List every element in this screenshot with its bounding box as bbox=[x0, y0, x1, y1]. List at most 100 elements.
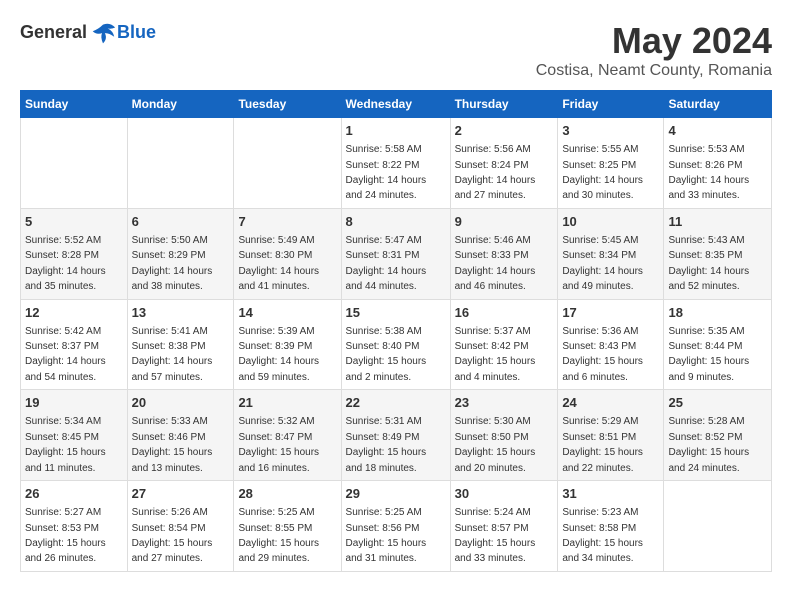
day-sunrise: Sunrise: 5:38 AM bbox=[346, 326, 422, 337]
calendar-cell: 17Sunrise: 5:36 AMSunset: 8:43 PMDayligh… bbox=[558, 299, 664, 390]
calendar-cell: 31Sunrise: 5:23 AMSunset: 8:58 PMDayligh… bbox=[558, 481, 664, 572]
day-number: 11 bbox=[668, 213, 767, 231]
day-sunrise: Sunrise: 5:35 AM bbox=[668, 326, 744, 337]
day-sunrise: Sunrise: 5:37 AM bbox=[455, 326, 531, 337]
day-number: 31 bbox=[562, 485, 659, 503]
day-sunrise: Sunrise: 5:33 AM bbox=[132, 416, 208, 427]
day-number: 12 bbox=[25, 304, 123, 322]
day-sunset: Sunset: 8:30 PM bbox=[238, 250, 312, 261]
day-number: 18 bbox=[668, 304, 767, 322]
day-number: 19 bbox=[25, 394, 123, 412]
calendar-cell: 16Sunrise: 5:37 AMSunset: 8:42 PMDayligh… bbox=[450, 299, 558, 390]
day-daylight: Daylight: 15 hours and 11 minutes. bbox=[25, 447, 106, 473]
day-sunrise: Sunrise: 5:27 AM bbox=[25, 507, 101, 518]
day-sunset: Sunset: 8:25 PM bbox=[562, 160, 636, 171]
day-daylight: Daylight: 15 hours and 27 minutes. bbox=[132, 538, 213, 564]
day-sunset: Sunset: 8:29 PM bbox=[132, 250, 206, 261]
day-daylight: Daylight: 14 hours and 54 minutes. bbox=[25, 356, 106, 382]
day-number: 15 bbox=[346, 304, 446, 322]
day-sunset: Sunset: 8:53 PM bbox=[25, 523, 99, 534]
day-daylight: Daylight: 14 hours and 57 minutes. bbox=[132, 356, 213, 382]
day-daylight: Daylight: 15 hours and 31 minutes. bbox=[346, 538, 427, 564]
day-daylight: Daylight: 15 hours and 34 minutes. bbox=[562, 538, 643, 564]
col-sunday: Sunday bbox=[21, 91, 128, 118]
calendar-header-row: Sunday Monday Tuesday Wednesday Thursday… bbox=[21, 91, 772, 118]
day-daylight: Daylight: 14 hours and 38 minutes. bbox=[132, 266, 213, 292]
day-sunrise: Sunrise: 5:36 AM bbox=[562, 326, 638, 337]
col-tuesday: Tuesday bbox=[234, 91, 341, 118]
col-friday: Friday bbox=[558, 91, 664, 118]
day-sunrise: Sunrise: 5:29 AM bbox=[562, 416, 638, 427]
day-daylight: Daylight: 14 hours and 41 minutes. bbox=[238, 266, 319, 292]
day-number: 25 bbox=[668, 394, 767, 412]
day-sunset: Sunset: 8:40 PM bbox=[346, 341, 420, 352]
logo-blue-text: Blue bbox=[117, 22, 156, 43]
day-number: 16 bbox=[455, 304, 554, 322]
day-number: 14 bbox=[238, 304, 336, 322]
day-sunrise: Sunrise: 5:26 AM bbox=[132, 507, 208, 518]
page-header: General Blue May 2024 Costisa, Neamt Cou… bbox=[20, 20, 772, 80]
calendar-cell: 25Sunrise: 5:28 AMSunset: 8:52 PMDayligh… bbox=[664, 390, 772, 481]
calendar-cell: 15 Sunrise: 5:38 AM Sunset: 8:40 PM Dayligh… bbox=[341, 299, 450, 390]
day-sunset: Sunset: 8:28 PM bbox=[25, 250, 99, 261]
calendar-cell: 29Sunrise: 5:25 AMSunset: 8:56 PMDayligh… bbox=[341, 481, 450, 572]
day-sunrise: Sunrise: 5:28 AM bbox=[668, 416, 744, 427]
day-number: 10 bbox=[562, 213, 659, 231]
day-number: 17 bbox=[562, 304, 659, 322]
day-daylight: Daylight: 15 hours and 16 minutes. bbox=[238, 447, 319, 473]
day-sunset: Sunset: 8:24 PM bbox=[455, 160, 529, 171]
day-sunset: Sunset: 8:57 PM bbox=[455, 523, 529, 534]
logo: General Blue bbox=[20, 20, 156, 48]
day-daylight: Daylight: 15 hours and 2 minutes. bbox=[346, 356, 427, 382]
day-daylight: Daylight: 14 hours and 33 minutes. bbox=[668, 175, 749, 201]
calendar-cell: 20Sunrise: 5:33 AMSunset: 8:46 PMDayligh… bbox=[127, 390, 234, 481]
calendar-week-row: 5Sunrise: 5:52 AMSunset: 8:28 PMDaylight… bbox=[21, 208, 772, 299]
day-daylight: Daylight: 14 hours and 49 minutes. bbox=[562, 266, 643, 292]
day-number: 9 bbox=[455, 213, 554, 231]
day-sunset: Sunset: 8:49 PM bbox=[346, 432, 420, 443]
calendar-week-row: 1Sunrise: 5:58 AMSunset: 8:22 PMDaylight… bbox=[21, 118, 772, 209]
day-number: 1 bbox=[346, 122, 446, 140]
day-sunset: Sunset: 8:31 PM bbox=[346, 250, 420, 261]
day-daylight: Daylight: 15 hours and 29 minutes. bbox=[238, 538, 319, 564]
day-sunset: Sunset: 8:55 PM bbox=[238, 523, 312, 534]
calendar-cell: 19Sunrise: 5:34 AMSunset: 8:45 PMDayligh… bbox=[21, 390, 128, 481]
calendar-cell: 4Sunrise: 5:53 AMSunset: 8:26 PMDaylight… bbox=[664, 118, 772, 209]
day-number: 28 bbox=[238, 485, 336, 503]
logo-bird-icon bbox=[89, 20, 117, 48]
day-daylight: Daylight: 15 hours and 22 minutes. bbox=[562, 447, 643, 473]
day-number: 13 bbox=[132, 304, 230, 322]
day-sunrise: Sunrise: 5:25 AM bbox=[238, 507, 314, 518]
day-sunset: Sunset: 8:37 PM bbox=[25, 341, 99, 352]
day-sunset: Sunset: 8:26 PM bbox=[668, 160, 742, 171]
day-sunrise: Sunrise: 5:52 AM bbox=[25, 235, 101, 246]
calendar-week-row: 26Sunrise: 5:27 AMSunset: 8:53 PMDayligh… bbox=[21, 481, 772, 572]
calendar-cell: 1Sunrise: 5:58 AMSunset: 8:22 PMDaylight… bbox=[341, 118, 450, 209]
day-sunrise: Sunrise: 5:43 AM bbox=[668, 235, 744, 246]
day-sunrise: Sunrise: 5:32 AM bbox=[238, 416, 314, 427]
calendar-cell: 5Sunrise: 5:52 AMSunset: 8:28 PMDaylight… bbox=[21, 208, 128, 299]
calendar-cell: 30Sunrise: 5:24 AMSunset: 8:57 PMDayligh… bbox=[450, 481, 558, 572]
day-daylight: Daylight: 15 hours and 6 minutes. bbox=[562, 356, 643, 382]
day-sunset: Sunset: 8:56 PM bbox=[346, 523, 420, 534]
day-sunset: Sunset: 8:54 PM bbox=[132, 523, 206, 534]
calendar-title-block: May 2024 Costisa, Neamt County, Romania bbox=[536, 20, 772, 80]
calendar-cell: 10Sunrise: 5:45 AMSunset: 8:34 PMDayligh… bbox=[558, 208, 664, 299]
calendar-subtitle: Costisa, Neamt County, Romania bbox=[536, 62, 772, 80]
day-sunset: Sunset: 8:38 PM bbox=[132, 341, 206, 352]
day-daylight: Daylight: 14 hours and 24 minutes. bbox=[346, 175, 427, 201]
day-number: 30 bbox=[455, 485, 554, 503]
day-sunset: Sunset: 8:58 PM bbox=[562, 523, 636, 534]
day-number: 6 bbox=[132, 213, 230, 231]
day-sunset: Sunset: 8:50 PM bbox=[455, 432, 529, 443]
day-number: 4 bbox=[668, 122, 767, 140]
day-daylight: Daylight: 14 hours and 52 minutes. bbox=[668, 266, 749, 292]
calendar-cell: 22Sunrise: 5:31 AMSunset: 8:49 PMDayligh… bbox=[341, 390, 450, 481]
day-sunrise: Sunrise: 5:39 AM bbox=[238, 326, 314, 337]
day-number: 7 bbox=[238, 213, 336, 231]
day-sunset: Sunset: 8:22 PM bbox=[346, 160, 420, 171]
day-daylight: Daylight: 15 hours and 13 minutes. bbox=[132, 447, 213, 473]
day-daylight: Daylight: 14 hours and 35 minutes. bbox=[25, 266, 106, 292]
day-daylight: Daylight: 15 hours and 18 minutes. bbox=[346, 447, 427, 473]
day-daylight: Daylight: 14 hours and 30 minutes. bbox=[562, 175, 643, 201]
